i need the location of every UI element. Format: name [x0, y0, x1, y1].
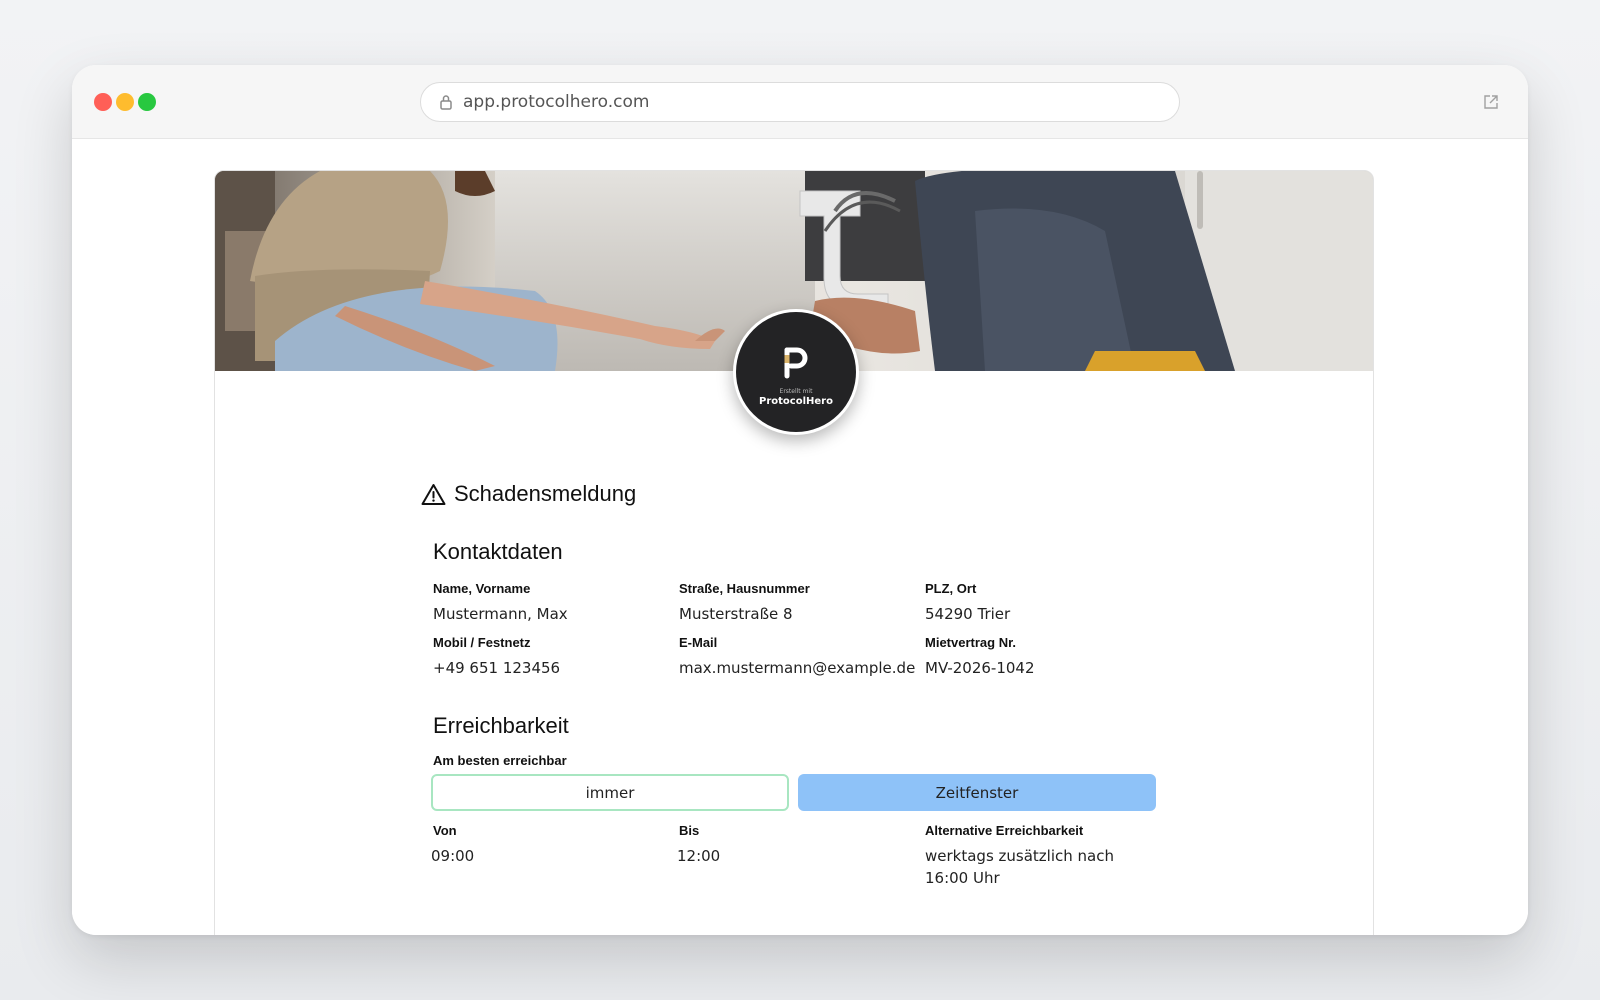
- close-window-button[interactable]: [94, 93, 112, 111]
- name-value: Mustermann, Max: [433, 605, 568, 623]
- contact-heading: Kontaktdaten: [433, 539, 563, 564]
- city-value: 54290 Trier: [925, 605, 1011, 623]
- from-field: Von 09:00: [431, 823, 679, 889]
- logo-badge: Erstellt mit ProtocolHero: [736, 312, 856, 432]
- phone-field: Mobil / Festnetz +49 651 123456: [433, 635, 679, 679]
- street-value: Musterstraße 8: [679, 605, 793, 623]
- time-window-option-button[interactable]: Zeitfenster: [798, 774, 1156, 811]
- email-label: E-Mail: [679, 635, 718, 650]
- external-link-icon[interactable]: [1482, 93, 1500, 111]
- alternative-field: Alternative Erreichbarkeit werktags zusä…: [925, 823, 1171, 889]
- form-title-text: Schadensmeldung: [454, 481, 637, 506]
- name-label: Name, Vorname: [433, 581, 531, 596]
- damage-report-form: Schadensmeldung Kontaktdaten Name, Vorna…: [421, 481, 1165, 889]
- contract-value: MV-2026-1042: [925, 659, 1035, 677]
- page-content: Erstellt mit ProtocolHero Schadensmeldun…: [72, 140, 1528, 935]
- email-field: E-Mail max.mustermann@example.de: [679, 635, 925, 679]
- contract-label: Mietvertrag Nr.: [925, 635, 1017, 650]
- street-label: Straße, Hausnummer: [679, 581, 810, 596]
- minimize-window-button[interactable]: [116, 93, 134, 111]
- street-field: Straße, Hausnummer Musterstraße 8: [679, 581, 925, 625]
- page-title: Schadensmeldung: [421, 481, 1165, 507]
- logo-caption: Erstellt mit: [779, 387, 813, 395]
- url-text: app.protocolhero.com: [463, 92, 650, 112]
- protocolhero-logo: Erstellt mit ProtocolHero: [733, 309, 859, 435]
- reachability-toggle: immer Zeitfenster: [431, 774, 1165, 811]
- address-bar[interactable]: app.protocolhero.com: [420, 82, 1180, 122]
- contact-fields: Name, Vorname Mustermann, Max Straße, Ha…: [433, 581, 1165, 679]
- time-window-fields: Von 09:00 Bis 12:00 Alternative Erreichb…: [431, 823, 1165, 889]
- email-value: max.mustermann@example.de: [679, 659, 916, 677]
- alternative-value: werktags zusätzlich nach 16:00 Uhr: [925, 847, 1114, 887]
- alternative-label: Alternative Erreichbarkeit: [925, 823, 1084, 838]
- phone-value: +49 651 123456: [433, 659, 561, 677]
- from-label: Von: [433, 823, 457, 838]
- warning-triangle-icon: [421, 483, 446, 506]
- city-label: PLZ, Ort: [925, 581, 977, 596]
- reachability-label: Am besten erreichbar: [433, 753, 567, 768]
- to-label: Bis: [679, 823, 700, 838]
- phone-label: Mobil / Festnetz: [433, 635, 531, 650]
- city-field: PLZ, Ort 54290 Trier: [925, 581, 1171, 625]
- contract-field: Mietvertrag Nr. MV-2026-1042: [925, 635, 1171, 679]
- always-option-button[interactable]: immer: [431, 774, 789, 811]
- maximize-window-button[interactable]: [138, 93, 156, 111]
- protocolhero-logo-icon: [784, 347, 808, 378]
- logo-name: ProtocolHero: [759, 395, 833, 407]
- browser-window: app.protocolhero.com Erstellt mit Protoc…: [72, 65, 1528, 935]
- from-value: 09:00: [431, 847, 475, 865]
- lock-icon: [439, 94, 453, 110]
- browser-toolbar: app.protocolhero.com: [72, 65, 1528, 139]
- reachability-heading: Erreichbarkeit: [433, 713, 569, 738]
- report-card: Erstellt mit ProtocolHero Schadensmeldun…: [214, 170, 1374, 935]
- name-field: Name, Vorname Mustermann, Max: [433, 581, 679, 625]
- to-field: Bis 12:00: [677, 823, 925, 889]
- to-value: 12:00: [677, 847, 721, 865]
